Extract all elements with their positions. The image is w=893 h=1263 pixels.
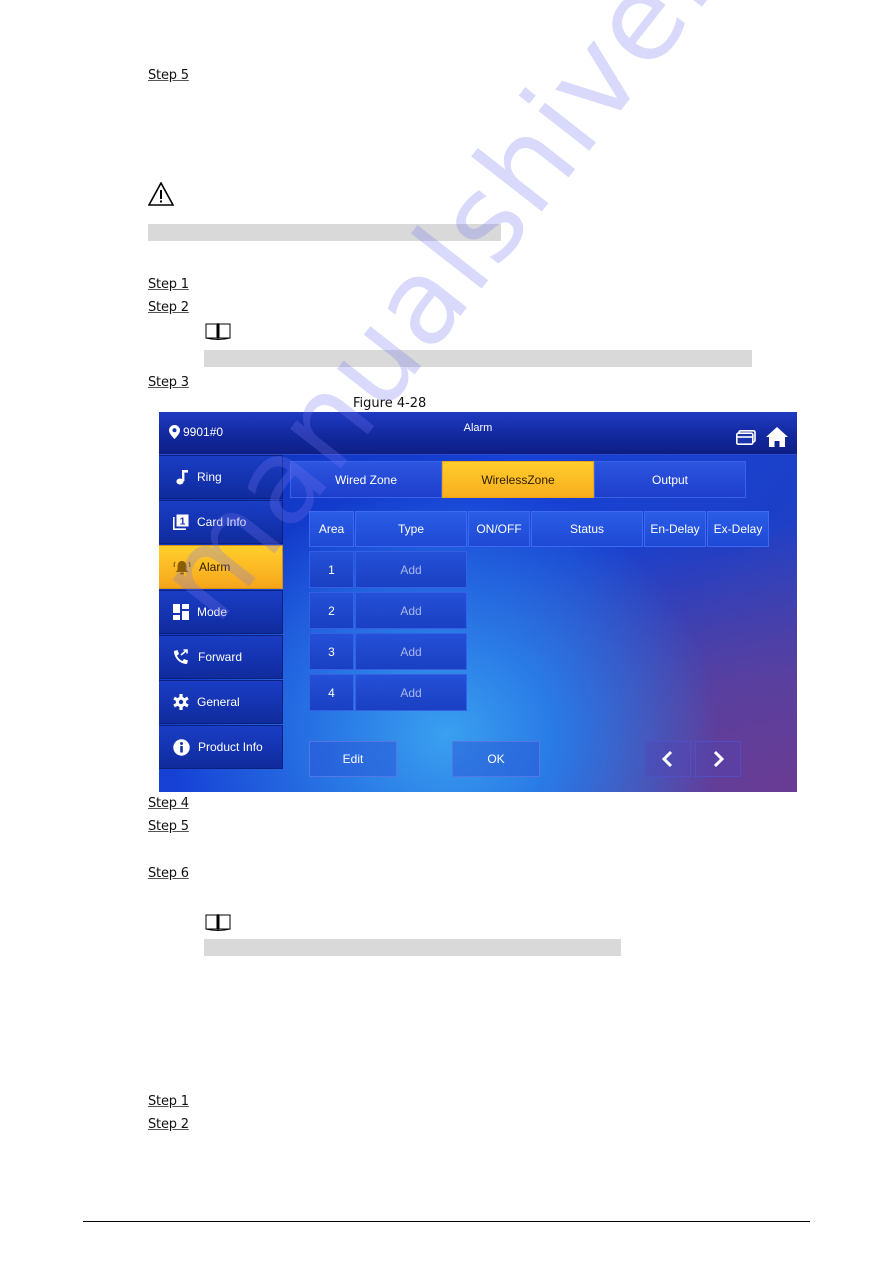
header-area: Area [309,511,354,547]
tab-wireless-zone[interactable]: WirelessZone [442,461,594,498]
sidebar-item-alarm[interactable]: Alarm [159,545,283,589]
sidebar-item-label: Forward [198,650,243,664]
sidebar-item-label: Card Info [197,515,247,529]
sidebar-item-label: Ring [197,470,222,484]
table-row: 2 Add [309,592,770,629]
sidebar-item-forward[interactable]: Forward [159,635,283,679]
table-header: Area Type ON/OFF Status En-Delay Ex-Dela… [309,511,770,547]
add-zone-button[interactable]: Add [355,551,467,588]
warning-icon [148,182,174,206]
figure-caption: Figure 4-28 [353,396,427,411]
cell-area: 4 [309,674,354,711]
sidebar-item-mode[interactable]: Mode [159,590,283,634]
table-row: 3 Add [309,633,770,670]
sidebar-item-general[interactable]: General [159,680,283,724]
add-zone-button[interactable]: Add [355,674,467,711]
music-note-icon [176,470,188,485]
footer-divider [83,1221,810,1222]
sidebar-item-label: Mode [197,605,228,619]
note-book-icon [205,323,231,340]
add-zone-button[interactable]: Add [355,633,467,670]
card-icon: 1 [173,514,189,530]
step-5-label: Step 5 [148,819,189,834]
step-1-label: Step 1 [148,1094,189,1109]
step-2-label: Step 2 [148,1117,189,1132]
bell-icon [173,561,191,575]
step-1-label: Step 1 [148,277,189,292]
tab-wired-zone[interactable]: Wired Zone [290,461,442,498]
zone-tabs: Wired Zone WirelessZone Output [290,461,746,498]
sidebar-item-label: Alarm [199,560,231,574]
chevron-left-icon [661,750,673,768]
top-bar: 9901#0 Alarm [159,412,797,455]
sidebar-item-card-info[interactable]: 1 Card Info [159,500,283,544]
cell-area: 3 [309,633,354,670]
zone-table: Area Type ON/OFF Status En-Delay Ex-Dela… [309,511,770,711]
add-zone-button[interactable]: Add [355,592,467,629]
header-on-off: ON/OFF [468,511,530,547]
header-ex-delay: Ex-Delay [707,511,769,547]
step-5-label: Step 5 [148,68,189,83]
home-icon[interactable] [765,426,789,448]
header-en-delay: En-Delay [644,511,706,547]
screen-title: Alarm [463,422,493,434]
previous-page-button[interactable] [645,741,691,777]
sidebar-item-ring[interactable]: Ring [159,455,283,499]
grid-icon [173,604,189,620]
cell-area: 2 [309,592,354,629]
gear-icon [173,694,189,710]
step-3-label: Step 3 [148,375,189,390]
step-4-label: Step 4 [148,796,189,811]
tab-output[interactable]: Output [594,461,746,498]
sidebar: Ring 1 Card Info Alarm Mode Forward Gene… [159,455,283,770]
cell-area: 1 [309,551,354,588]
header-status: Status [531,511,643,547]
table-row: 1 Add [309,551,770,588]
svg-text:1: 1 [180,517,186,528]
device-screen: 9901#0 Alarm Ring 1 Card Info Alarm Mode… [159,412,797,792]
card-icon[interactable] [736,430,756,445]
chevron-right-icon [713,750,725,768]
step-6-label: Step 6 [148,866,189,881]
next-page-button[interactable] [695,741,741,777]
sidebar-item-label: Product Info [198,740,263,754]
note-book-icon [205,914,231,931]
edit-button[interactable]: Edit [309,741,397,777]
sidebar-item-label: General [197,695,240,709]
note-text-redacted [204,939,621,956]
phone-forward-icon [174,649,188,664]
table-row: 4 Add [309,674,770,711]
info-icon [173,738,190,756]
note-text-redacted [204,350,752,367]
sidebar-item-product-info[interactable]: Product Info [159,725,283,769]
header-type: Type [355,511,467,547]
step-2-label: Step 2 [148,300,189,315]
ok-button[interactable]: OK [452,741,540,777]
warning-text-redacted [148,224,501,241]
